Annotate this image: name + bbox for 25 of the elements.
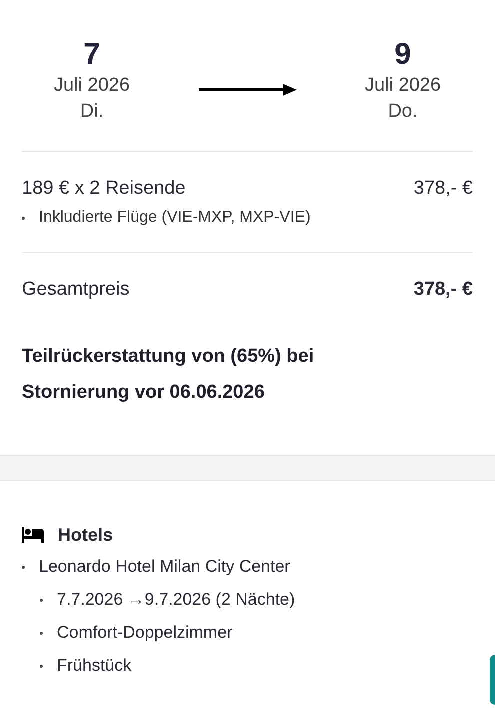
total-label: Gesamtpreis: [22, 278, 130, 302]
bullet-icon: [22, 216, 25, 220]
bed-icon: [22, 527, 44, 543]
bullet-icon: [40, 664, 43, 668]
date-day: 9: [394, 37, 412, 73]
bullet-icon: [40, 598, 43, 602]
date-month: Juli 2026: [54, 74, 130, 98]
date-weekday: Do.: [388, 100, 418, 124]
bullet-icon: [22, 566, 25, 568]
hotel-detail: Frühstück: [57, 655, 132, 677]
total-amount: 378,- €: [414, 278, 473, 302]
section-title: Hotels: [58, 524, 114, 547]
floating-button[interactable]: [490, 655, 495, 705]
hotel-name: Leonardo Hotel Milan City Center: [39, 556, 290, 578]
hotel-detail: Comfort-Doppelzimmer: [57, 622, 233, 644]
date-day: 7: [84, 37, 100, 73]
price-line: 189 € x 2 Reisende: [22, 177, 186, 201]
bullet-icon: [40, 632, 43, 634]
date-weekday: Di.: [80, 100, 104, 124]
date-month: Juli 2026: [364, 74, 442, 98]
included-item: Inkludierte Flüge (VIE-MXP, MXP-VIE): [39, 208, 311, 228]
hotel-detail: 7.7.2026 →9.7.2026 (2 Nächte): [57, 589, 296, 611]
arrow-icon: [198, 83, 296, 97]
refund-note: Teilrückerstattung von (65%) bei Stornierung vor 06.06.2026: [22, 345, 316, 405]
price-amount: 378,- €: [414, 177, 473, 201]
